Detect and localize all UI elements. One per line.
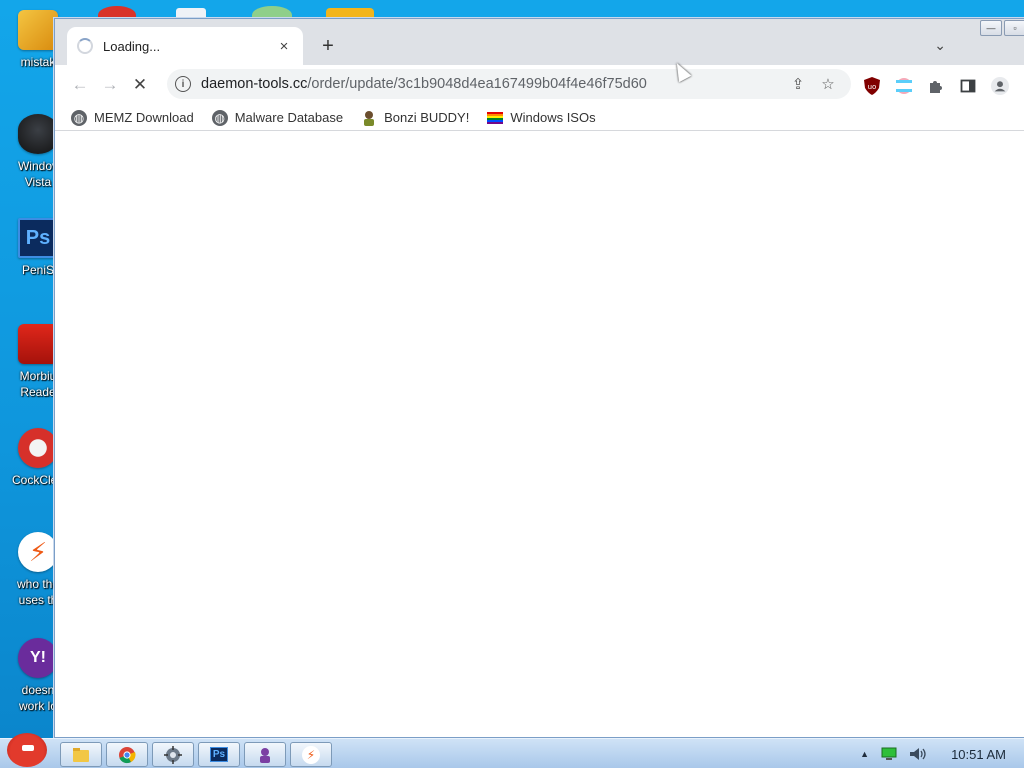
- taskbar-chrome[interactable]: [106, 742, 148, 767]
- ccleaner-icon: [18, 428, 58, 468]
- bookmark-label: Bonzi BUDDY!: [384, 110, 470, 125]
- rainbow-flag-icon: [487, 110, 504, 126]
- loading-spinner-icon: [77, 38, 93, 54]
- start-button[interactable]: [0, 731, 54, 768]
- profile-icon[interactable]: [991, 77, 1009, 95]
- network-icon: [164, 745, 182, 764]
- tab-title: Loading...: [103, 38, 161, 54]
- tab-strip: Loading... × + ⌄ — ▫: [55, 19, 1024, 65]
- bookmark-bonzi-buddy[interactable]: Bonzi BUDDY!: [361, 110, 469, 126]
- flag-extension-icon[interactable]: [895, 77, 913, 95]
- bookmark-star-icon[interactable]: ☆: [813, 75, 843, 93]
- taskbar-bonzi[interactable]: [244, 742, 286, 767]
- show-hidden-icons-chevron-icon[interactable]: ▲: [860, 749, 869, 759]
- explorer-icon: [73, 747, 89, 762]
- browser-toolbar: ← → ✕ i daemon-tools.cc/order/update/3c1…: [55, 65, 1024, 105]
- taskbar-photoshop[interactable]: Ps: [198, 742, 240, 767]
- bonzi-icon: [260, 747, 270, 763]
- url-text[interactable]: daemon-tools.cc/order/update/3c1b9048d4e…: [201, 76, 783, 92]
- lightning-app-icon: ⚡: [302, 745, 320, 764]
- share-icon[interactable]: ⇪: [783, 75, 813, 93]
- photoshop-icon: Ps: [18, 218, 58, 258]
- bookmark-windows-isos[interactable]: Windows ISOs: [487, 110, 596, 126]
- ublock-origin-icon[interactable]: uo: [863, 77, 881, 95]
- taskbar-lightning-app[interactable]: ⚡: [290, 742, 332, 767]
- tab-loading[interactable]: Loading... ×: [67, 27, 303, 65]
- minimize-button[interactable]: —: [980, 20, 1002, 36]
- chrome-icon: [119, 746, 136, 763]
- bookmarks-bar: ◍ MEMZ Download ◍ Malware Database Bonzi…: [55, 105, 1024, 131]
- bonzi-icon: [361, 110, 377, 126]
- volume-icon[interactable]: [909, 747, 927, 761]
- bookmark-malware-database[interactable]: ◍ Malware Database: [211, 109, 344, 126]
- url-host: daemon-tools.cc: [201, 76, 308, 92]
- globe-icon: ◍: [211, 109, 228, 126]
- taskbar: Ps ⚡ ▲ 10:51 AM: [0, 733, 1024, 768]
- bookmark-label: Malware Database: [234, 110, 344, 125]
- acrobat-reader-icon: [18, 324, 58, 364]
- back-button[interactable]: ←: [65, 70, 95, 100]
- folder-installer-icon: [18, 10, 58, 50]
- system-tray: ▲ 10:51 AM: [844, 739, 1024, 768]
- network-status-icon[interactable]: [881, 747, 897, 761]
- site-info-icon[interactable]: i: [175, 76, 191, 92]
- clock[interactable]: 10:51 AM: [951, 747, 1006, 762]
- globe-icon: ◍: [71, 109, 87, 126]
- angry-bird-start-icon: [7, 733, 47, 767]
- lightning-app-icon: ⚡: [18, 532, 58, 572]
- taskbar-network[interactable]: [152, 742, 194, 767]
- yahoo-messenger-icon: Y!: [18, 638, 58, 678]
- bookmark-label: Windows ISOs: [510, 110, 596, 125]
- tab-search-chevron-icon[interactable]: ⌄: [934, 37, 946, 54]
- bookmark-memz-download[interactable]: ◍ MEMZ Download: [71, 109, 194, 126]
- taskbar-explorer[interactable]: [60, 742, 102, 767]
- stop-loading-button[interactable]: ✕: [125, 70, 155, 100]
- tab-close-icon[interactable]: ×: [275, 38, 293, 55]
- address-bar[interactable]: i daemon-tools.cc/order/update/3c1b9048d…: [167, 69, 851, 99]
- photoshop-icon: Ps: [209, 747, 229, 762]
- forward-button[interactable]: →: [95, 70, 125, 100]
- bookmark-label: MEMZ Download: [94, 110, 194, 125]
- url-path: /order/update/3c1b9048d4ea167499b04f4e46…: [307, 76, 647, 92]
- side-panel-icon[interactable]: [959, 77, 977, 95]
- restore-button[interactable]: ▫: [1004, 20, 1024, 36]
- svg-text:uo: uo: [868, 83, 877, 91]
- new-tab-button[interactable]: +: [317, 35, 339, 57]
- browser-window: Loading... × + ⌄ — ▫ ← → ✕ i daemon-tool…: [54, 18, 1024, 738]
- window-controls: — ▫: [978, 19, 1024, 37]
- page-content[interactable]: [55, 131, 1024, 737]
- puzzle-icon[interactable]: [927, 77, 945, 95]
- windows-vista-icon: [18, 114, 58, 154]
